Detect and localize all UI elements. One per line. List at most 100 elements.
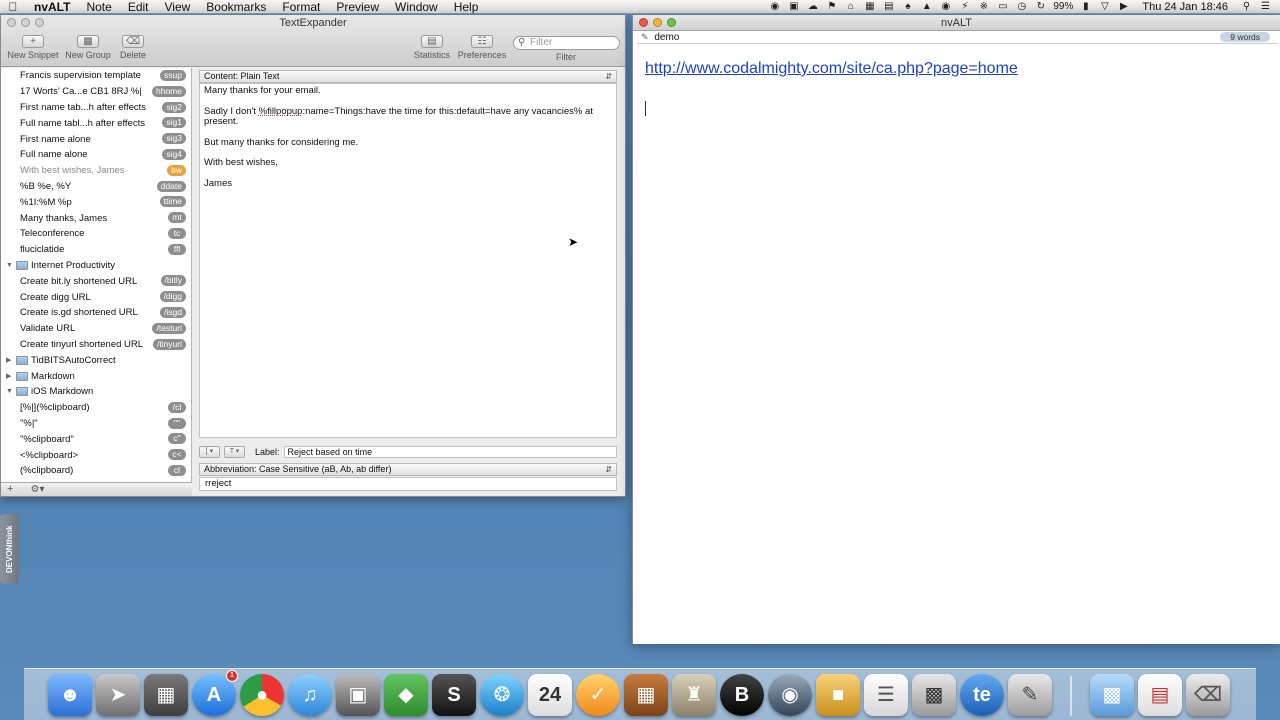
textexpander-status-icon[interactable]: ◉	[768, 1, 781, 12]
clipboard-status-icon[interactable]: ▦	[863, 1, 876, 12]
filter-input[interactable]: ⚲ Filter	[513, 36, 620, 50]
books-icon[interactable]: ▦	[624, 674, 668, 716]
devonthink-sorter-tab[interactable]: DEVONthink	[0, 514, 19, 584]
document-stack-icon[interactable]: ▤	[1138, 674, 1182, 716]
snippet-row[interactable]: %1I:%M %p ttime	[1, 194, 191, 210]
calendar-icon[interactable]: 24	[528, 674, 572, 716]
spotlight-icon[interactable]: ⚲	[1240, 1, 1253, 12]
bluetooth-status-icon[interactable]: ※	[977, 1, 990, 12]
preferences-button[interactable]: ☷ Preferences	[457, 35, 507, 60]
group-internet-productivity[interactable]: ▼ Internet Productivity	[1, 258, 191, 274]
snippet-row[interactable]: Create tinyurl shortened URL/tinyurl	[1, 337, 191, 353]
snippet-row[interactable]: Create is.gd shortened URL/isgd	[1, 305, 191, 321]
menu-window[interactable]: Window	[387, 0, 446, 14]
disclosure-open-icon[interactable]: ▼	[6, 388, 15, 395]
menubar-clock[interactable]: Thu 24 Jan 18:46	[1136, 1, 1234, 13]
snippet-row[interactable]: Many thanks, James mt	[1, 210, 191, 226]
new-group-button[interactable]: ▩ New Group	[64, 35, 112, 60]
bolt-status-icon[interactable]: ⚡	[958, 1, 971, 12]
disclosure-closed-icon[interactable]: ▶	[6, 372, 15, 380]
new-snippet-button[interactable]: + New Snippet	[7, 35, 59, 60]
archive-icon[interactable]: ■	[816, 674, 860, 716]
chart-status-icon[interactable]: ▲	[920, 1, 933, 12]
snippet-row[interactable]: [%|](%clipboard) /cl	[1, 400, 191, 416]
snippet-row[interactable]: (%clipboard) cl	[1, 463, 191, 479]
abbreviation-input[interactable]: rreject	[199, 477, 617, 491]
label-input[interactable]: Reject based on time	[283, 446, 617, 458]
window-status-icon[interactable]: ▭	[996, 1, 1009, 12]
finder-icon[interactable]: ☻	[48, 674, 92, 716]
snippet-row[interactable]: First name tab...h after effects sig2	[1, 100, 191, 116]
battery-icon[interactable]: ▮	[1079, 1, 1092, 12]
home-status-icon[interactable]: ⌂	[844, 1, 857, 12]
note-link[interactable]: http://www.codalmighty.com/site/ca.php?p…	[645, 60, 1018, 78]
snippet-row[interactable]: Validate URL/testurl	[1, 321, 191, 337]
add-icon[interactable]: +	[7, 483, 13, 495]
insert-popup-button[interactable]: [ ▾	[199, 446, 220, 458]
trash-dock-icon[interactable]: ⌫	[1186, 674, 1230, 716]
snippet-row[interactable]: Francis supervision template ssup	[1, 68, 191, 84]
notification-center-icon[interactable]: ☰	[1259, 1, 1272, 12]
menu-app-name[interactable]: nvALT	[26, 0, 78, 14]
itunes-icon[interactable]: ♫	[288, 674, 332, 716]
sync-status-icon[interactable]: ↻	[1034, 1, 1047, 12]
notes-icon[interactable]: ☰	[864, 674, 908, 716]
menu-help[interactable]: Help	[446, 0, 487, 14]
snippet-row[interactable]: With best wishes, James bw	[1, 163, 191, 179]
disclosure-closed-icon[interactable]: ▶	[6, 356, 15, 364]
group-ios-markdown[interactable]: ▼ iOS Markdown	[1, 384, 191, 400]
time-machine-icon[interactable]: ◷	[1015, 1, 1028, 12]
snippet-row[interactable]: %B %e, %Y ddate	[1, 179, 191, 195]
eye-status-icon[interactable]: ◉	[939, 1, 952, 12]
snippet-row[interactable]: Teleconference tc	[1, 226, 191, 242]
snippet-row[interactable]: <%clipboard> c<	[1, 447, 191, 463]
content-type-popup[interactable]: Content: Plain Text ⇵	[199, 70, 617, 83]
menu-view[interactable]: View	[157, 0, 199, 14]
menu-format[interactable]: Format	[274, 0, 328, 14]
evernote-icon[interactable]: ◆	[384, 674, 428, 716]
clapper-icon[interactable]: ▩	[912, 674, 956, 716]
menu-edit[interactable]: Edit	[120, 0, 157, 14]
group-markdown[interactable]: ▶ Markdown	[1, 368, 191, 384]
scrivener-icon[interactable]: S	[432, 674, 476, 716]
devonthink-icon[interactable]: ♜	[672, 674, 716, 716]
cloud-status-icon[interactable]: ☁	[806, 1, 819, 12]
disclosure-open-icon[interactable]: ▼	[6, 262, 15, 269]
menu-note[interactable]: Note	[78, 0, 119, 14]
snippet-row[interactable]: First name alone sig3	[1, 131, 191, 147]
snippet-row[interactable]: fluciclatide ffl	[1, 242, 191, 258]
snippet-row[interactable]: Full name alone sig4	[1, 147, 191, 163]
activity-icon[interactable]: ▦	[144, 674, 188, 716]
menu-bookmarks[interactable]: Bookmarks	[198, 0, 274, 14]
gear-icon[interactable]: ⚙▾	[31, 484, 45, 495]
snippet-row[interactable]: Full name tabl...h after effects sig1	[1, 115, 191, 131]
omnifocus-icon[interactable]: ✓	[576, 674, 620, 716]
snippet-row[interactable]: "%|" ""	[1, 416, 191, 432]
delete-button[interactable]: ⌫ Delete	[118, 35, 148, 60]
menu-preview[interactable]: Preview	[328, 0, 387, 14]
camera-status-icon[interactable]: ▣	[787, 1, 800, 12]
museum-status-icon[interactable]: ▤	[882, 1, 895, 12]
textexpander-dock-icon[interactable]: te	[960, 674, 1004, 716]
battery-text[interactable]: 99%	[1053, 1, 1073, 12]
format-popup-button[interactable]: T ▾	[224, 446, 245, 458]
snippet-row[interactable]: Create digg URL/digg	[1, 289, 191, 305]
note-search-field[interactable]: ✎ demo 9 words	[637, 32, 1278, 44]
flag-status-icon[interactable]: ⚑	[825, 1, 838, 12]
iphoto-icon[interactable]: ▣	[336, 674, 380, 716]
pencil-app-icon[interactable]: ✎	[1008, 674, 1052, 716]
snippet-row[interactable]: Create bit.ly shortened URL/bitly	[1, 273, 191, 289]
wifi-icon[interactable]: ▽	[1098, 1, 1111, 12]
snippet-content-textarea[interactable]: Many thanks for your email. Sadly I don'…	[199, 83, 617, 438]
screenflow-icon[interactable]: ◉	[768, 674, 812, 716]
bell-status-icon[interactable]: ♠	[901, 1, 914, 12]
apple-menu-icon[interactable]: 	[0, 0, 26, 14]
launchpad-icon[interactable]: ➤	[96, 674, 140, 716]
snippet-row[interactable]: 17 Worts' Ca...e CB1 8RJ %| hhome	[1, 84, 191, 100]
group-tidbits[interactable]: ▶ TidBITSAutoCorrect	[1, 352, 191, 368]
app-store-icon[interactable]: A1	[192, 670, 238, 716]
statistics-button[interactable]: ▤ Statistics	[412, 35, 452, 60]
snippet-row[interactable]: "%clipboard" c"	[1, 431, 191, 447]
volume-icon[interactable]: ▶	[1117, 1, 1130, 12]
chrome-icon[interactable]: ●	[240, 674, 284, 716]
